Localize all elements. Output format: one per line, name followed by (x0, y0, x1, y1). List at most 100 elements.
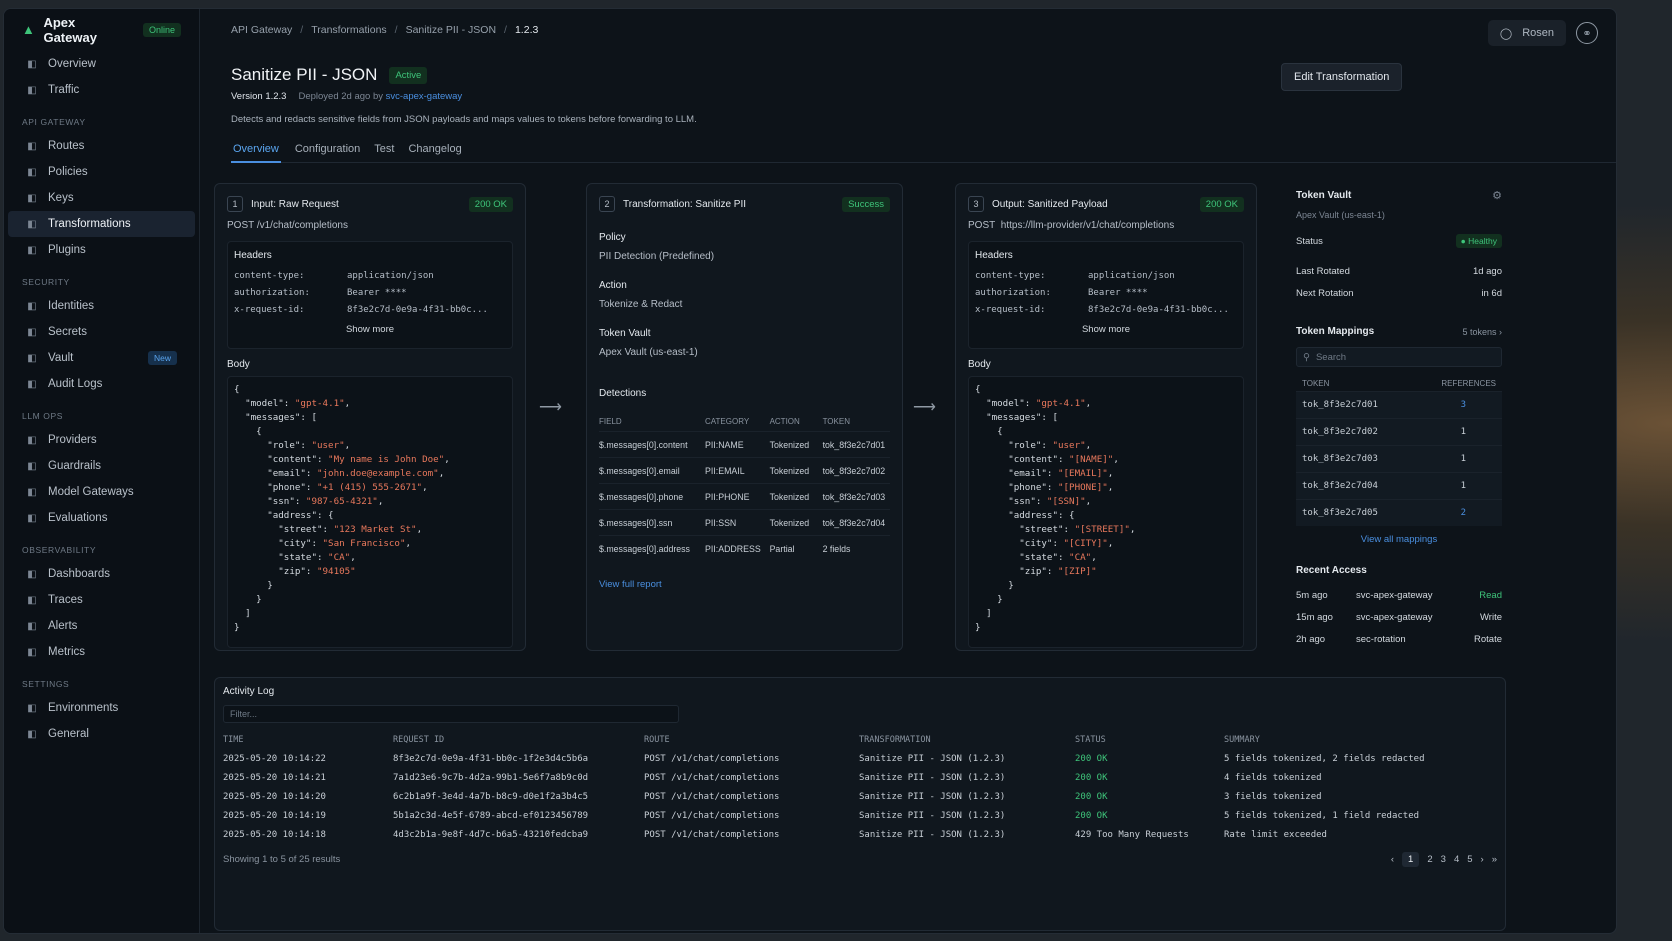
sidebar-item-general[interactable]: ◧ General (8, 721, 195, 747)
sidebar-item-environments[interactable]: ◧ Environments (8, 695, 195, 721)
view-all-mappings-link[interactable]: View all mappings (1296, 534, 1502, 545)
page-3[interactable]: 3 (1441, 854, 1446, 865)
token-id: tok_8f3e2c7d04 (1302, 481, 1378, 491)
policy-label: Policy (599, 232, 626, 243)
policy-value: PII Detection (Predefined) (599, 251, 715, 262)
log-cell: 2025-05-20 10:14:22 (223, 753, 326, 764)
page-5[interactable]: 5 (1467, 854, 1472, 865)
col-action: ACTION (769, 416, 800, 426)
output-show-more[interactable]: Show more (975, 324, 1237, 335)
version-info: Version 1.2.3 Deployed 2d ago by svc-ape… (231, 91, 462, 102)
sidebar-item-label: Evaluations (48, 512, 108, 524)
header-key: authorization: (975, 287, 1051, 298)
log-row[interactable]: 2025-05-20 10:14:20 6c2b1a9f-3e4d-4a7b-b8… (223, 787, 1497, 806)
logo-icon: ▲ (22, 22, 35, 37)
brand[interactable]: ▲ Apex Gateway Online (4, 9, 199, 51)
sidebar-item-evaluations[interactable]: ◧ Evaluations (8, 505, 195, 531)
edit-transformation-button[interactable]: Edit Transformation (1281, 63, 1403, 91)
log-cell: POST /v1/chat/completions (644, 829, 780, 840)
tab-configuration[interactable]: Configuration (295, 139, 360, 163)
tab-bar: Overview Configuration Test Changelog (231, 139, 1616, 163)
sidebar-item-metrics[interactable]: ◧ Metrics (8, 639, 195, 665)
action-label: Action (599, 280, 627, 291)
token-row[interactable]: tok_8f3e2c7d03 1 (1296, 445, 1502, 472)
sidebar-item-audit-logs[interactable]: ◧ Audit Logs (8, 371, 195, 397)
token-search-placeholder: Search (1315, 351, 1347, 363)
prev-page-icon[interactable]: ‹ (1391, 854, 1394, 865)
detection-row: $.messages[0].email PII:EMAIL Tokenized tok… (599, 457, 890, 483)
sidebar-item-dashboards[interactable]: ◧ Dashboards (8, 561, 195, 587)
detection-cell: $.messages[0].address (599, 543, 690, 554)
sidebar-item-traces[interactable]: ◧ Traces (8, 587, 195, 613)
log-cell: 200 OK (1075, 810, 1108, 821)
filter-input[interactable]: Filter... (223, 705, 679, 723)
token-table-header: TOKEN REFERENCES (1296, 375, 1502, 391)
tab-changelog[interactable]: Changelog (408, 139, 461, 163)
breadcrumb-transformation[interactable]: Sanitize PII - JSON (406, 24, 496, 36)
tab-overview[interactable]: Overview (231, 139, 281, 163)
sidebar-item-identities[interactable]: ◧ Identities (8, 293, 195, 319)
arrow-right-icon: ⟶ (539, 399, 562, 416)
plugins-icon: ◧ (27, 244, 37, 256)
last-page-icon[interactable]: » (1492, 854, 1497, 865)
view-full-report-link[interactable]: View full report (599, 579, 890, 590)
token-row[interactable]: tok_8f3e2c7d02 1 (1296, 418, 1502, 445)
overview-icon: ◧ (27, 58, 37, 70)
sidebar-item-traffic[interactable]: ◧ Traffic (8, 77, 195, 103)
traces-icon: ◧ (27, 594, 37, 606)
page-2[interactable]: 2 (1427, 854, 1432, 865)
token-search[interactable]: ⚲ Search (1296, 347, 1502, 367)
sidebar-item-plugins[interactable]: ◧ Plugins (8, 237, 195, 263)
sidebar-item-model-gateways[interactable]: ◧ Model Gateways (8, 479, 195, 505)
next-page-icon[interactable]: › (1481, 854, 1484, 865)
arrow-right-icon: ⟶ (913, 399, 936, 416)
sidebar-section-api-gateway: API GATEWAY (22, 117, 86, 127)
sidebar-item-routes[interactable]: ◧ Routes (8, 133, 195, 159)
col-request-id: REQUEST ID (393, 735, 445, 745)
search-icon: ⚲ (1303, 351, 1310, 363)
sidebar-item-overview[interactable]: ◧ Overview (8, 51, 195, 77)
sidebar-section-security: SECURITY (22, 277, 70, 287)
token-row[interactable]: tok_8f3e2c7d01 3 (1296, 391, 1502, 418)
recent-access-title: Recent Access (1296, 565, 1367, 576)
user-menu-button[interactable]: ◯ Rosen (1487, 20, 1566, 46)
sidebar-item-guardrails[interactable]: ◧ Guardrails (8, 453, 195, 479)
deployed-by-link[interactable]: svc-apex-gateway (386, 91, 463, 102)
sidebar-nav: ◧ Overview ◧ Traffic API GATEWAY ◧ Routes ◧ Poli… (4, 51, 199, 747)
log-row[interactable]: 2025-05-20 10:14:19 5b1a2c3d-4e5f-6789-ab… (223, 806, 1497, 825)
breadcrumb-transformations[interactable]: Transformations (311, 24, 386, 36)
token-id: tok_8f3e2c7d03 (1302, 454, 1378, 464)
log-cell: 3 fields tokenized (1224, 791, 1322, 802)
sidebar-item-providers[interactable]: ◧ Providers (8, 427, 195, 453)
breadcrumb-api-gateway[interactable]: API Gateway (231, 24, 292, 36)
token-count-link[interactable]: 5 tokens › (1462, 327, 1502, 337)
detection-row: $.messages[0].phone PII:PHONE Tokenized tok… (599, 483, 890, 509)
globe-icon[interactable]: ⚭ (1576, 22, 1598, 44)
input-show-more[interactable]: Show more (234, 324, 506, 335)
access-action: Read (1479, 589, 1502, 601)
recent-access-row: 5m ago svc-apex-gateway Read (1296, 584, 1502, 606)
gear-icon[interactable]: ⚙ (1492, 189, 1502, 202)
transform-header: 2 Transformation: Sanitize PII Success (599, 196, 890, 212)
log-row[interactable]: 2025-05-20 10:14:18 4d3c2b1a-9e8f-4d7c-b6… (223, 825, 1497, 844)
detection-cell: tok_8f3e2c7d04 (822, 517, 886, 528)
sidebar-item-transformations[interactable]: ◧ Transformations (8, 211, 195, 237)
detection-cell: PII:NAME (705, 439, 744, 450)
sidebar-item-policies[interactable]: ◧ Policies (8, 159, 195, 185)
tab-test[interactable]: Test (374, 139, 394, 163)
token-row[interactable]: tok_8f3e2c7d05 2 (1296, 499, 1502, 526)
sidebar-item-label: Overview (48, 58, 96, 70)
log-row[interactable]: 2025-05-20 10:14:22 8f3e2c7d-0e9a-4f31-bb… (223, 749, 1497, 768)
sidebar-item-secrets[interactable]: ◧ Secrets (8, 319, 195, 345)
input-panel: 1 Input: Raw Request 200 OK POST /v1/cha… (214, 183, 526, 651)
user-icon: ◯ (1499, 27, 1513, 40)
log-row[interactable]: 2025-05-20 10:14:21 7a1d23e6-9c7b-4d2a-99… (223, 768, 1497, 787)
sidebar-item-alerts[interactable]: ◧ Alerts (8, 613, 195, 639)
environments-icon: ◧ (27, 702, 37, 714)
sidebar-item-vault[interactable]: ◧ Vault New (8, 345, 195, 371)
page-4[interactable]: 4 (1454, 854, 1459, 865)
token-row[interactable]: tok_8f3e2c7d04 1 (1296, 472, 1502, 499)
page-1[interactable]: 1 (1402, 852, 1420, 867)
sidebar-item-keys[interactable]: ◧ Keys (8, 185, 195, 211)
access-time: 2h ago (1296, 633, 1326, 645)
